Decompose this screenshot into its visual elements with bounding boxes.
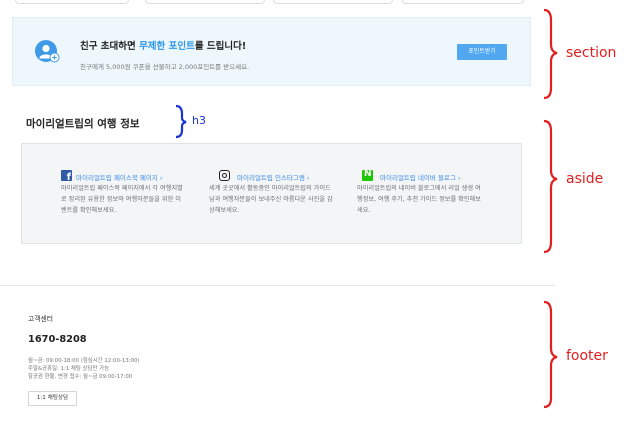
aside-annotation: aside [566,171,604,187]
h3-brace [175,104,187,139]
section-annotation: section [566,45,617,61]
aside-brace [543,119,558,254]
section-brace [543,8,558,100]
footer-brace [543,300,558,409]
h3-annotation: h3 [192,114,206,127]
annotation-brackets [175,8,558,409]
footer-annotation: footer [566,348,608,364]
